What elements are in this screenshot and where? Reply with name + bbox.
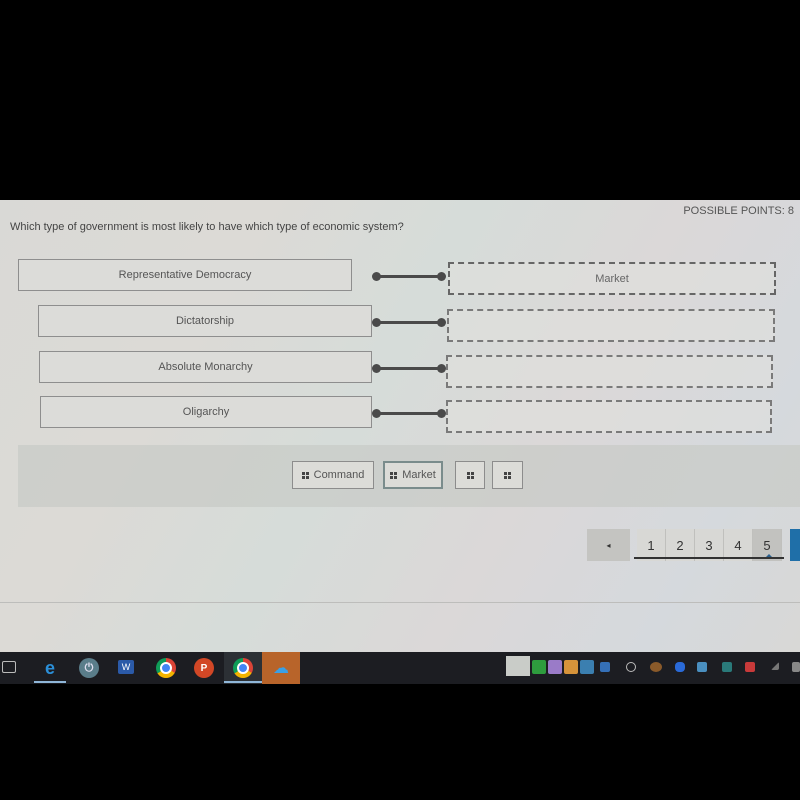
tray-app-icon[interactable] bbox=[506, 656, 530, 676]
taskbar-app-chrome-active[interactable] bbox=[224, 652, 262, 684]
drop-slot[interactable] bbox=[447, 309, 775, 342]
next-button[interactable] bbox=[790, 529, 800, 561]
word-icon[interactable]: W bbox=[118, 660, 134, 674]
match-connector bbox=[372, 318, 446, 328]
answer-bank: Command Market bbox=[18, 445, 800, 507]
match-left-item: Representative Democracy bbox=[18, 259, 352, 291]
bluetooth-icon[interactable] bbox=[675, 662, 685, 672]
answer-chip-command[interactable]: Command bbox=[292, 461, 374, 489]
tray-app-icon[interactable] bbox=[580, 660, 594, 674]
page-number: 4 bbox=[734, 537, 742, 553]
current-page-caret-icon bbox=[766, 554, 772, 557]
powerpoint-icon[interactable]: P bbox=[194, 658, 214, 678]
chip-label: Command bbox=[313, 469, 365, 481]
item-label: Representative Democracy bbox=[118, 269, 252, 281]
taskbar: e ⏻ W P ☁ bbox=[0, 652, 800, 684]
drop-slot[interactable] bbox=[446, 355, 773, 388]
quiz-page: POSSIBLE POINTS: 8 Which type of governm… bbox=[0, 200, 800, 652]
divider bbox=[0, 602, 800, 603]
item-label: Absolute Monarchy bbox=[158, 361, 253, 373]
wifi-icon[interactable] bbox=[771, 662, 779, 670]
answer-chip-empty[interactable] bbox=[455, 461, 485, 489]
chevron-left-icon: ◂ bbox=[606, 540, 611, 550]
match-connector bbox=[372, 364, 446, 374]
drop-slot[interactable] bbox=[446, 400, 772, 433]
link-icon[interactable] bbox=[626, 662, 636, 672]
match-left-item: Oligarchy bbox=[40, 396, 372, 428]
page-number: 3 bbox=[705, 537, 713, 553]
drag-grip-icon bbox=[301, 471, 309, 479]
power-app-icon[interactable]: ⏻ bbox=[79, 658, 99, 678]
question-text: Which type of government is most likely … bbox=[10, 221, 404, 233]
item-label: Oligarchy bbox=[182, 406, 230, 418]
slot-value: Market bbox=[595, 272, 629, 285]
tray-app-icon[interactable] bbox=[650, 662, 662, 672]
tray-app-icon[interactable] bbox=[564, 660, 578, 674]
answer-chip-market[interactable]: Market bbox=[383, 461, 443, 489]
possible-points: POSSIBLE POINTS: 8 bbox=[683, 205, 794, 217]
page-number: 2 bbox=[676, 537, 684, 553]
tray-app-icon[interactable] bbox=[548, 660, 562, 674]
tray-app-icon[interactable] bbox=[792, 662, 800, 672]
tray-app-icon[interactable] bbox=[722, 662, 732, 672]
task-view-icon[interactable] bbox=[2, 661, 16, 673]
drop-slot[interactable]: Market bbox=[448, 262, 776, 295]
security-shield-icon[interactable] bbox=[745, 662, 755, 672]
pagination-underline bbox=[634, 557, 784, 559]
match-connector bbox=[372, 409, 446, 419]
chrome-icon bbox=[233, 658, 253, 678]
chip-label: Market bbox=[402, 469, 436, 481]
drag-grip-icon bbox=[504, 471, 511, 479]
drag-grip-icon bbox=[390, 471, 398, 479]
tray-app-icon[interactable] bbox=[697, 662, 707, 672]
chrome-icon[interactable] bbox=[156, 658, 176, 678]
tray-play-icon[interactable] bbox=[532, 660, 546, 674]
page-number: 5 bbox=[763, 537, 771, 553]
match-left-item: Dictatorship bbox=[38, 305, 372, 337]
answer-chip-empty[interactable] bbox=[492, 461, 523, 489]
match-connector bbox=[372, 272, 446, 282]
onedrive-error-icon[interactable] bbox=[600, 662, 610, 672]
edge-icon[interactable]: e bbox=[40, 658, 60, 678]
active-indicator bbox=[224, 681, 262, 683]
drag-grip-icon bbox=[466, 471, 474, 479]
item-label: Dictatorship bbox=[175, 315, 235, 327]
onedrive-icon[interactable]: ☁ bbox=[262, 652, 300, 684]
previous-page-button[interactable]: ◂ bbox=[587, 529, 630, 561]
active-indicator bbox=[34, 681, 66, 683]
match-left-item: Absolute Monarchy bbox=[39, 351, 372, 383]
page-number: 1 bbox=[647, 537, 655, 553]
